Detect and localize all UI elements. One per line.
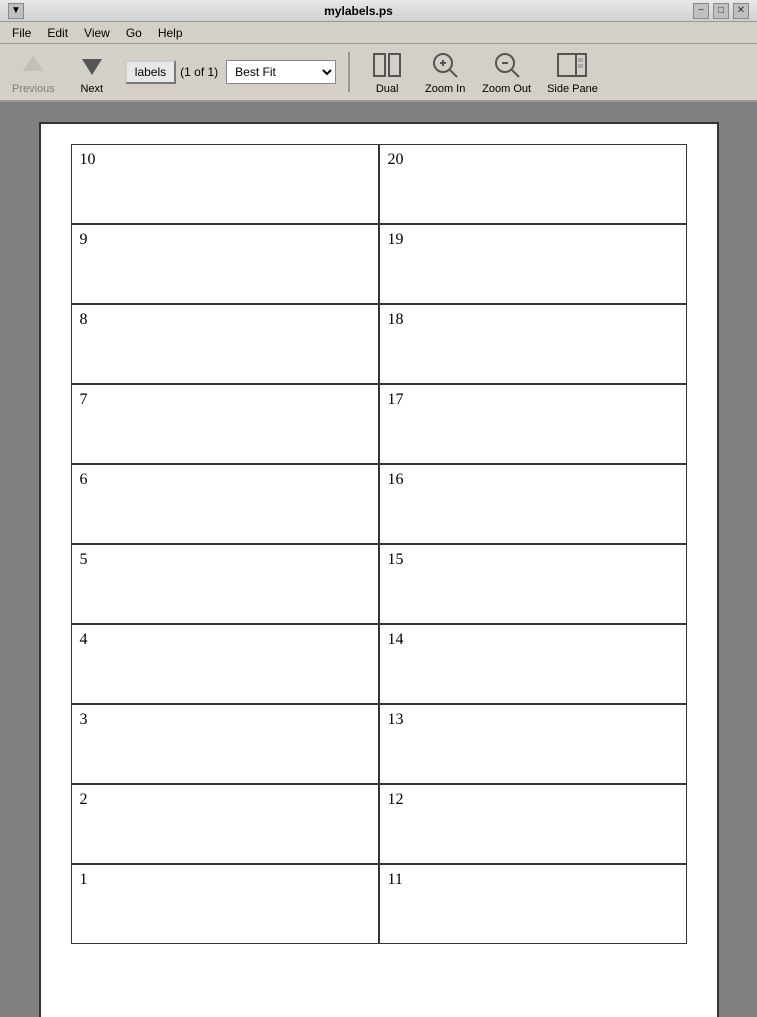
window-title: mylabels.ps (24, 4, 693, 18)
label-cell: 20 (379, 144, 687, 224)
labels-button[interactable]: labels (125, 60, 176, 84)
label-cell: 3 (71, 704, 379, 784)
side-pane-icon (556, 49, 588, 81)
title-bar-controls: − □ ✕ (693, 3, 749, 19)
label-cell: 16 (379, 464, 687, 544)
menu-view[interactable]: View (76, 24, 118, 42)
page-info: (1 of 1) (180, 65, 218, 79)
previous-button[interactable]: Previous (8, 47, 59, 97)
label-cell: 14 (379, 624, 687, 704)
label-cell: 10 (71, 144, 379, 224)
label-cell: 6 (71, 464, 379, 544)
label-cell: 7 (71, 384, 379, 464)
label-cell: 17 (379, 384, 687, 464)
next-button[interactable]: Next (67, 47, 117, 97)
label-cell: 19 (379, 224, 687, 304)
label-cell: 11 (379, 864, 687, 944)
page: 1020919818717616515414313212111 (39, 122, 719, 1017)
content-area: 1020919818717616515414313212111 (0, 102, 757, 1017)
label-cell: 13 (379, 704, 687, 784)
dual-icon (371, 49, 403, 81)
close-button[interactable]: ✕ (733, 3, 749, 19)
dual-label: Dual (376, 83, 399, 95)
menu-edit[interactable]: Edit (39, 24, 76, 42)
zoom-out-icon (491, 49, 523, 81)
minimize-button[interactable]: − (693, 3, 709, 19)
side-pane-button[interactable]: Side Pane (543, 47, 602, 97)
label-cell: 15 (379, 544, 687, 624)
title-bar: ▼ mylabels.ps − □ ✕ (0, 0, 757, 22)
zoom-in-icon (429, 49, 461, 81)
zoom-out-button[interactable]: Zoom Out (478, 47, 535, 97)
label-cell: 5 (71, 544, 379, 624)
label-cell: 4 (71, 624, 379, 704)
menu-help[interactable]: Help (150, 24, 191, 42)
zoom-out-label: Zoom Out (482, 83, 531, 95)
label-cell: 1 (71, 864, 379, 944)
toolbar: Previous Next labels (1 of 1) Best Fit 2… (0, 44, 757, 102)
menu-bar: File Edit View Go Help (0, 22, 757, 44)
label-cell: 18 (379, 304, 687, 384)
fit-select[interactable]: Best Fit 25% 50% 75% 100% 150% 200% (226, 60, 336, 84)
menu-file[interactable]: File (4, 24, 39, 42)
next-icon (76, 49, 108, 81)
label-area: labels (1 of 1) (125, 60, 218, 84)
previous-icon (17, 49, 49, 81)
label-cell: 8 (71, 304, 379, 384)
next-label: Next (80, 83, 103, 95)
labels-grid: 1020919818717616515414313212111 (71, 144, 687, 944)
toolbar-separator (348, 52, 350, 92)
zoom-in-label: Zoom In (425, 83, 465, 95)
side-pane-label: Side Pane (547, 83, 598, 95)
menu-go[interactable]: Go (118, 24, 150, 42)
title-bar-menu-btn[interactable]: ▼ (8, 3, 24, 19)
zoom-in-button[interactable]: Zoom In (420, 47, 470, 97)
dual-button[interactable]: Dual (362, 47, 412, 97)
label-cell: 2 (71, 784, 379, 864)
maximize-button[interactable]: □ (713, 3, 729, 19)
previous-label: Previous (12, 83, 55, 95)
label-cell: 9 (71, 224, 379, 304)
label-cell: 12 (379, 784, 687, 864)
